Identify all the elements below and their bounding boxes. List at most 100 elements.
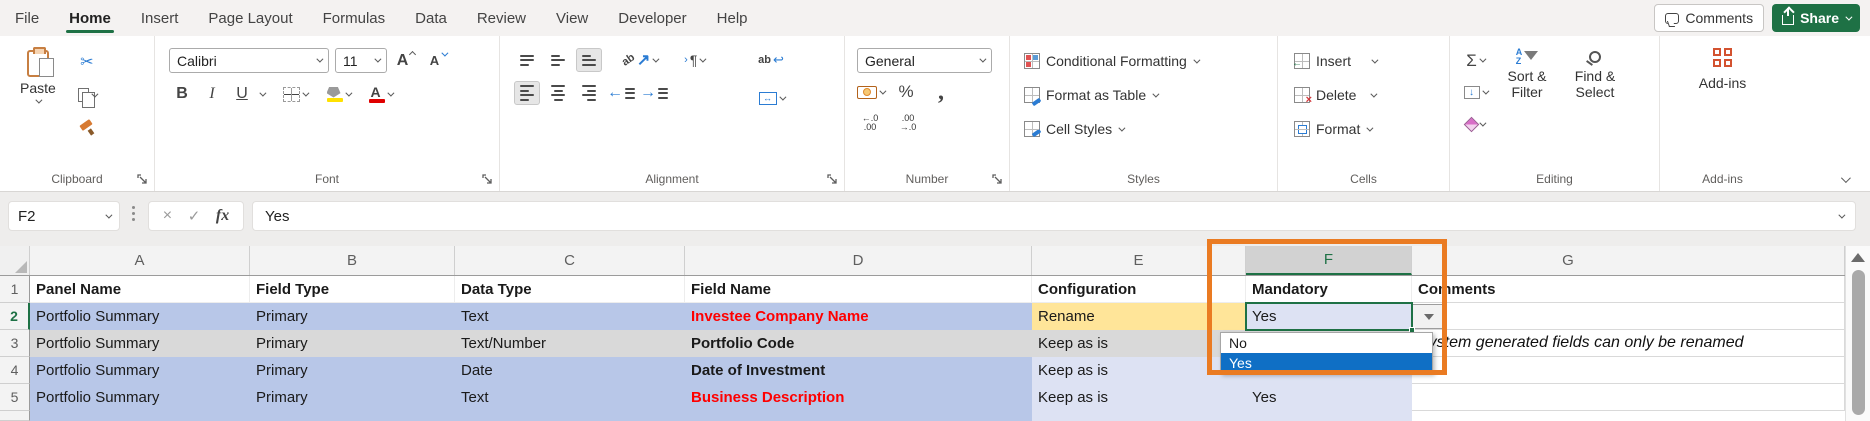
row-header-6[interactable]	[0, 411, 30, 421]
cell-c6[interactable]	[455, 411, 685, 421]
format-as-table-button[interactable]: Format as Table	[1024, 82, 1277, 108]
conditional-formatting-button[interactable]: Conditional Formatting	[1024, 48, 1277, 74]
align-right-button[interactable]	[576, 81, 602, 105]
increase-font-button[interactable]: A	[393, 49, 419, 73]
enter-icon[interactable]: ✓	[188, 207, 201, 225]
column-header-g[interactable]: G	[1412, 246, 1845, 275]
cell-f1[interactable]: Mandatory	[1246, 276, 1412, 303]
column-header-a[interactable]: A	[30, 246, 250, 275]
cell-g6[interactable]	[1412, 411, 1845, 421]
dropdown-option-no[interactable]: No	[1221, 333, 1432, 353]
sort-filter-button[interactable]: AZ Sort & Filter	[1498, 48, 1556, 136]
cell-e1[interactable]: Configuration	[1032, 276, 1246, 303]
expand-formula-bar-icon[interactable]	[1838, 211, 1846, 219]
cell-f6[interactable]	[1246, 411, 1412, 421]
cell-styles-button[interactable]: Cell Styles	[1024, 116, 1277, 142]
cell-f2-selected[interactable]: Yes	[1246, 303, 1412, 330]
clipboard-dialog-launcher-icon[interactable]	[137, 174, 148, 185]
cell-g3[interactable]: System generated fields can only be rena…	[1412, 330, 1845, 357]
cell-e3[interactable]: Keep as is	[1032, 330, 1246, 357]
cell-a4[interactable]: Portfolio Summary	[30, 357, 250, 384]
cell-d5[interactable]: Business Description	[685, 384, 1032, 411]
collapse-ribbon-icon[interactable]	[1840, 173, 1851, 184]
scrollbar-thumb[interactable]	[1851, 270, 1865, 415]
italic-button[interactable]: I	[199, 82, 225, 106]
fill-button[interactable]: ↓	[1462, 80, 1489, 104]
decrease-indent-button[interactable]: ←	[607, 81, 635, 105]
cell-a1[interactable]: Panel Name	[30, 276, 250, 303]
tab-help[interactable]: Help	[702, 0, 763, 36]
column-header-c[interactable]: C	[455, 246, 685, 275]
align-center-button[interactable]	[545, 81, 571, 105]
cell-c4[interactable]: Date	[455, 357, 685, 384]
cell-b2[interactable]: Primary	[250, 303, 455, 330]
cancel-icon[interactable]: ×	[163, 207, 172, 225]
dropdown-option-yes-selected[interactable]: Yes	[1221, 353, 1432, 373]
select-all-corner[interactable]	[0, 246, 30, 275]
name-box[interactable]: F2	[8, 201, 120, 231]
format-cells-button[interactable]: Format	[1294, 116, 1449, 142]
tab-developer[interactable]: Developer	[603, 0, 701, 36]
comments-button[interactable]: Comments	[1654, 4, 1765, 32]
tab-formulas[interactable]: Formulas	[308, 0, 401, 36]
font-color-button[interactable]: A	[366, 82, 394, 106]
cell-b5[interactable]: Primary	[250, 384, 455, 411]
cut-button[interactable]: ✂	[74, 50, 100, 74]
row-header-1[interactable]: 1	[0, 276, 30, 303]
find-select-button[interactable]: Find & Select	[1566, 48, 1624, 136]
decrease-decimal-button[interactable]: .00 →.0	[895, 111, 921, 135]
cell-e2[interactable]: Rename	[1032, 303, 1246, 330]
align-top-button[interactable]	[514, 48, 540, 72]
paste-button[interactable]: Paste	[12, 47, 64, 140]
cell-d6[interactable]	[685, 411, 1032, 421]
increase-indent-button[interactable]: →	[640, 81, 668, 105]
orientation-button[interactable]: ab ↗	[620, 48, 660, 72]
row-header-2-active[interactable]: 2	[0, 303, 30, 330]
cell-g1[interactable]: Comments	[1412, 276, 1845, 303]
copy-button[interactable]	[74, 83, 100, 108]
cell-dropdown-arrow-button[interactable]	[1412, 304, 1446, 329]
cell-c1[interactable]: Data Type	[455, 276, 685, 303]
percent-button[interactable]: %	[893, 80, 919, 104]
insert-cells-button[interactable]: ← Insert	[1292, 48, 1449, 74]
cell-a6[interactable]	[30, 411, 250, 421]
wrap-text-button[interactable]: ab ↩	[758, 48, 784, 72]
tab-review[interactable]: Review	[462, 0, 541, 36]
delete-cells-button[interactable]: × Delete	[1294, 82, 1449, 108]
format-painter-button[interactable]	[74, 116, 100, 140]
row-header-4[interactable]: 4	[0, 357, 30, 384]
increase-decimal-button[interactable]: ←.0 .00	[857, 111, 883, 135]
align-middle-button[interactable]	[545, 48, 571, 72]
cell-e4[interactable]: Keep as is	[1032, 357, 1246, 384]
text-direction-button[interactable]: › ¶	[681, 48, 707, 72]
tab-page-layout[interactable]: Page Layout	[193, 0, 307, 36]
column-header-e[interactable]: E	[1032, 246, 1246, 275]
vertical-scrollbar[interactable]	[1845, 246, 1870, 421]
column-header-b[interactable]: B	[250, 246, 455, 275]
borders-button[interactable]	[282, 82, 310, 106]
cell-d3[interactable]: Portfolio Code	[685, 330, 1032, 357]
cell-d1[interactable]: Field Name	[685, 276, 1032, 303]
align-left-button[interactable]	[514, 81, 540, 105]
underline-button[interactable]: U	[229, 82, 255, 106]
column-header-d[interactable]: D	[685, 246, 1032, 275]
alignment-dialog-launcher-icon[interactable]	[827, 174, 838, 185]
font-family-select[interactable]: Calibri	[169, 48, 329, 73]
cell-d2[interactable]: Investee Company Name	[685, 303, 1032, 330]
cell-c3[interactable]: Text/Number	[455, 330, 685, 357]
align-bottom-button[interactable]	[576, 48, 602, 72]
tab-file[interactable]: File	[0, 0, 54, 36]
cell-c2[interactable]: Text	[455, 303, 685, 330]
cell-c5[interactable]: Text	[455, 384, 685, 411]
decrease-font-button[interactable]: A	[425, 49, 451, 73]
cell-f5[interactable]: Yes	[1246, 384, 1412, 411]
bold-button[interactable]: B	[169, 82, 195, 106]
row-header-5[interactable]: 5	[0, 384, 30, 411]
cell-d4[interactable]: Date of Investment	[685, 357, 1032, 384]
font-dialog-launcher-icon[interactable]	[482, 174, 493, 185]
cell-e6[interactable]	[1032, 411, 1246, 421]
tab-data[interactable]: Data	[400, 0, 462, 36]
tab-insert[interactable]: Insert	[126, 0, 194, 36]
number-format-select[interactable]: General	[857, 48, 992, 73]
font-size-select[interactable]: 11	[335, 48, 387, 73]
